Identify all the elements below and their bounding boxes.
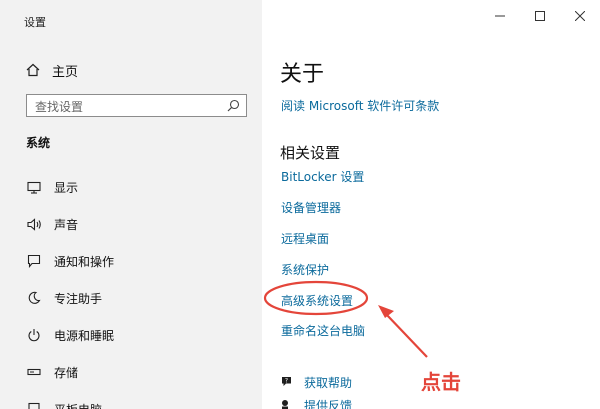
sidebar-item-storage[interactable]: 存储 [26, 361, 78, 383]
search-icon [227, 99, 240, 112]
sidebar-item-label: 平板电脑 [54, 401, 102, 409]
close-icon [575, 11, 585, 21]
maximize-icon [535, 11, 545, 21]
power-icon [28, 329, 40, 342]
sidebar-item-label: 专注助手 [54, 291, 103, 306]
sidebar-item-label: 声音 [54, 217, 79, 232]
sidebar-item-notifications[interactable]: 通知和操作 [26, 250, 114, 272]
remote-desktop-link[interactable]: 远程桌面 [281, 230, 329, 247]
minimize-button[interactable] [480, 0, 520, 32]
speaker-icon [26, 217, 41, 231]
sidebar-item-label: 显示 [54, 180, 79, 195]
feedback-label: 提供反馈 [304, 398, 353, 409]
advanced-system-settings-link[interactable]: 高级系统设置 [281, 292, 353, 309]
maximize-button[interactable] [520, 0, 560, 32]
search-input[interactable]: 查找设置 [26, 94, 247, 117]
system-protection-link[interactable]: 系统保护 [281, 261, 329, 278]
monitor-icon [27, 181, 41, 194]
home-icon [26, 63, 40, 77]
storage-icon [27, 368, 41, 376]
sidebar-item-label: 通知和操作 [54, 254, 115, 269]
moon-icon [28, 291, 41, 304]
sidebar-item-tablet[interactable]: 平板电脑 [26, 398, 102, 409]
get-help-label: 获取帮助 [304, 375, 353, 390]
window-controls [480, 0, 600, 32]
home-nav-item[interactable]: 主页 [26, 60, 78, 80]
annotation-label: 点击 [421, 370, 461, 394]
sidebar-item-power[interactable]: 电源和睡眠 [26, 324, 114, 346]
feedback-icon [282, 400, 288, 409]
sidebar: 设置 主页 查找设置 系统 显示 声音 通知和操作 专注助手 电源和睡眠 存储 [0, 0, 262, 409]
get-help-link[interactable]: ? 获取帮助 [280, 372, 352, 392]
minimize-icon [495, 15, 505, 17]
window-title: 设置 [24, 16, 46, 29]
page-title: 关于 [280, 62, 325, 87]
device-manager-link[interactable]: 设备管理器 [281, 199, 341, 216]
notification-icon [27, 254, 41, 268]
license-link[interactable]: 阅读 Microsoft 软件许可条款 [281, 97, 439, 114]
tablet-icon [28, 402, 40, 409]
help-icon: ? [282, 377, 291, 386]
search-placeholder: 查找设置 [35, 100, 84, 114]
svg-text:?: ? [285, 378, 288, 385]
rename-pc-link[interactable]: 重命名这台电脑 [281, 322, 365, 339]
home-label: 主页 [52, 64, 79, 80]
sidebar-item-label: 电源和睡眠 [54, 328, 115, 343]
related-settings-heading: 相关设置 [280, 144, 341, 162]
sidebar-item-display[interactable]: 显示 [26, 176, 78, 198]
sidebar-item-focus-assist[interactable]: 专注助手 [26, 287, 102, 309]
settings-window: 设置 主页 查找设置 系统 显示 声音 通知和操作 专注助手 电源和睡眠 存储 … [0, 0, 600, 409]
bitlocker-settings-link[interactable]: BitLocker 设置 [281, 168, 364, 185]
section-title: 系统 [26, 136, 51, 150]
sidebar-item-label: 存储 [54, 365, 79, 380]
close-button[interactable] [560, 0, 600, 32]
feedback-link[interactable]: 提供反馈 [280, 395, 352, 409]
sidebar-item-sound[interactable]: 声音 [26, 213, 78, 235]
